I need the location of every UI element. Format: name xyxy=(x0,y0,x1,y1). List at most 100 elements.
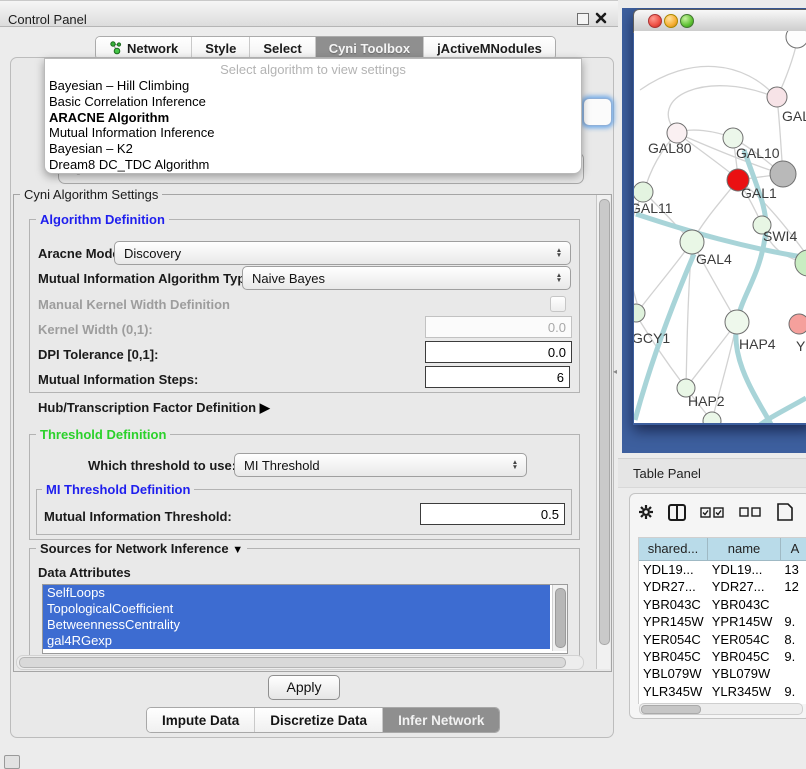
close-traffic-light[interactable] xyxy=(648,14,662,28)
manual-kernel-checkbox[interactable] xyxy=(550,296,566,312)
aracne-mode-label: Aracne Mode: xyxy=(38,246,124,261)
combo-stepper-icon: ▲▼ xyxy=(507,460,526,470)
node-label: GAL80 xyxy=(648,140,692,156)
table-row[interactable]: YDR27...YDR27...12 xyxy=(639,578,806,595)
tab-style[interactable]: Style xyxy=(192,37,250,59)
settings-vertical-scrollbar[interactable] xyxy=(596,195,610,669)
algorithm-option[interactable]: Mutual Information Inference xyxy=(45,125,581,141)
mi-algorithm-type-combo[interactable]: Naive Bayes ▲▼ xyxy=(242,266,571,290)
table-row[interactable]: YLR345WYLR345W9. xyxy=(639,683,806,700)
control-panel-title: Control Panel xyxy=(8,12,87,27)
network-graph: GALGAL80GAL10GAL1GAL11SWI4GAL4HAP4YGCY1H… xyxy=(634,31,806,423)
network-node[interactable] xyxy=(786,31,806,48)
network-node-y[interactable] xyxy=(789,314,806,334)
unchecked-boxes-icon[interactable] xyxy=(739,507,763,518)
aracne-mode-combo[interactable]: Discovery ▲▼ xyxy=(114,241,571,265)
table-panel-title: Table Panel xyxy=(633,466,701,481)
table-row[interactable]: YBR043CYBR043C xyxy=(639,596,806,613)
tab-cyni-toolbox[interactable]: Cyni Toolbox xyxy=(316,37,424,59)
table-row[interactable]: YBL079WYBL079W xyxy=(639,665,806,682)
gear-icon[interactable] xyxy=(638,504,654,520)
node-label: Y xyxy=(796,338,806,354)
dpi-tolerance-label: DPI Tolerance [0,1]: xyxy=(38,347,158,362)
table-row[interactable]: YPR145WYPR145W9. xyxy=(639,613,806,630)
minimize-traffic-light[interactable] xyxy=(664,14,678,28)
tab-select[interactable]: Select xyxy=(250,37,315,59)
attribute-item[interactable]: BetweennessCentrality xyxy=(43,617,550,633)
algorithm-dropdown-placeholder: Select algorithm to view settings xyxy=(45,59,581,78)
column-header-1[interactable]: shared... xyxy=(639,538,708,560)
chevron-down-icon: ▼ xyxy=(232,544,243,556)
network-edge[interactable] xyxy=(640,66,777,98)
algorithm-option[interactable]: ARACNE Algorithm xyxy=(45,110,581,126)
chevron-right-icon: ▶ xyxy=(260,400,270,415)
bottom-tab-discretize-data[interactable]: Discretize Data xyxy=(255,708,383,732)
table-row[interactable]: YDL19...YDL19...13 xyxy=(639,561,806,578)
network-icon xyxy=(109,41,122,55)
settings-horizontal-scrollbar[interactable] xyxy=(16,655,584,670)
table-panel: shared...nameA YDL19...YDL19...13YDR27..… xyxy=(629,493,806,719)
node-label: GAL xyxy=(782,108,806,124)
data-attributes-list[interactable]: SelfLoopsTopologicalCoefficientBetweenne… xyxy=(42,584,568,654)
node-label: SWI4 xyxy=(763,228,797,244)
column-layout-icon[interactable] xyxy=(668,504,686,521)
hub-definition-toggle[interactable]: Hub/Transcription Factor Definition ▶ xyxy=(38,400,270,416)
combo-stepper-icon: ▲▼ xyxy=(551,273,570,283)
combo-stepper-icon: ▲▼ xyxy=(551,248,570,258)
network-node-gal[interactable] xyxy=(767,87,787,107)
network-window-titlebar[interactable] xyxy=(633,9,806,33)
tab-jactivemnodules[interactable]: jActiveMNodules xyxy=(424,37,555,59)
node-table[interactable]: shared...nameA YDL19...YDL19...13YDR27..… xyxy=(638,537,806,704)
zoom-traffic-light[interactable] xyxy=(680,14,694,28)
partial-sheet-icon[interactable] xyxy=(777,503,793,521)
mi-threshold-definition-title: MI Threshold Definition xyxy=(42,482,194,497)
mi-steps-label: Mutual Information Steps: xyxy=(38,372,198,387)
network-node-hap4[interactable] xyxy=(725,310,749,334)
table-horizontal-scrollbar[interactable] xyxy=(639,703,803,715)
kernel-width-label: Kernel Width (0,1): xyxy=(38,322,153,337)
checked-boxes-icon[interactable] xyxy=(700,507,725,518)
algorithm-option[interactable]: Bayesian – Hill Climbing xyxy=(45,78,581,94)
table-row[interactable]: YER054CYER054C8. xyxy=(639,631,806,648)
network-canvas[interactable]: GALGAL80GAL10GAL1GAL11SWI4GAL4HAP4YGCY1H… xyxy=(634,31,806,423)
bottom-tab-impute-data[interactable]: Impute Data xyxy=(147,708,255,732)
algorithm-definition-title: Algorithm Definition xyxy=(36,212,169,227)
inference-algorithm-combo-end[interactable] xyxy=(583,98,612,126)
node-label: HAP2 xyxy=(688,393,725,409)
which-threshold-combo[interactable]: MI Threshold ▲▼ xyxy=(234,453,527,477)
collapsed-panel-icon[interactable] xyxy=(4,755,20,769)
table-panel-titlebar: Table Panel xyxy=(618,458,806,488)
bottom-tab-infer-network[interactable]: Infer Network xyxy=(383,708,499,732)
network-node-gcy1[interactable] xyxy=(634,304,645,322)
attributes-scrollbar[interactable] xyxy=(552,585,567,651)
float-icon[interactable] xyxy=(577,13,589,25)
mi-threshold-field[interactable] xyxy=(420,503,565,525)
kernel-width-field[interactable] xyxy=(425,316,572,338)
node-label: GAL10 xyxy=(736,145,780,161)
column-header-3[interactable]: A xyxy=(781,538,806,560)
network-node-gal11[interactable] xyxy=(634,182,653,202)
column-header-2[interactable]: name xyxy=(708,538,781,560)
tab-network[interactable]: Network xyxy=(96,37,192,59)
table-header-row[interactable]: shared...nameA xyxy=(639,538,806,561)
algorithm-option[interactable]: Basic Correlation Inference xyxy=(45,94,581,110)
network-desktop: GALGAL80GAL10GAL1GAL11SWI4GAL4HAP4YGCY1H… xyxy=(622,8,806,453)
manual-kernel-label: Manual Kernel Width Definition xyxy=(38,297,230,312)
node-label: GAL4 xyxy=(696,251,732,267)
apply-button[interactable]: Apply xyxy=(268,675,340,700)
table-row[interactable]: YBR045CYBR045C9. xyxy=(639,648,806,665)
splitter-handle[interactable]: ◂ xyxy=(613,367,617,376)
dpi-tolerance-field[interactable] xyxy=(425,341,572,363)
attribute-item[interactable]: gal4RGexp xyxy=(43,633,550,649)
settings-group-title: Cyni Algorithm Settings xyxy=(20,187,162,202)
close-icon[interactable] xyxy=(594,11,608,25)
table-toolbar xyxy=(638,503,793,521)
sources-toggle[interactable]: Sources for Network Inference ▼ xyxy=(36,541,247,556)
attribute-item[interactable]: TopologicalCoefficient xyxy=(43,601,550,617)
network-node[interactable] xyxy=(770,161,796,187)
algorithm-option[interactable]: Bayesian – K2 xyxy=(45,141,581,157)
mi-steps-field[interactable] xyxy=(425,366,570,388)
attribute-item[interactable]: SelfLoops xyxy=(43,585,550,601)
mi-threshold-label: Mutual Information Threshold: xyxy=(44,509,232,524)
algorithm-option[interactable]: Dream8 DC_TDC Algorithm xyxy=(45,157,581,173)
